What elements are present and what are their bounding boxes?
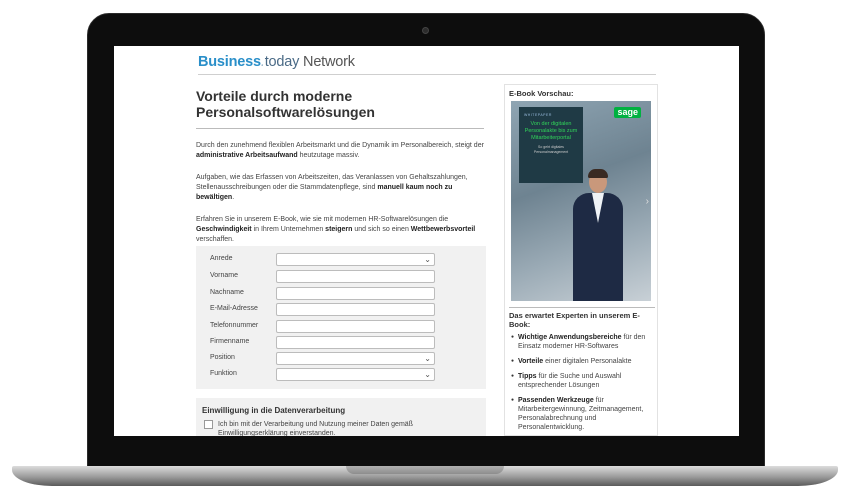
p3-text-c: in Ihrem Unternehmen — [251, 226, 326, 233]
preview-title: E-Book Vorschau: — [509, 89, 574, 98]
anrede-select[interactable]: ⌄ — [276, 253, 435, 266]
chevron-down-icon: ⌄ — [424, 255, 431, 264]
list-item: Tipps für die Suche und Auswahl entsprec… — [511, 372, 655, 390]
p3-emphasis-f: Wettbewerbsvorteil — [410, 226, 476, 233]
firmenname-label: Firmenname — [210, 338, 250, 345]
consent-title: Einwilligung in die Datenverarbeitung — [202, 406, 346, 415]
person-hair — [588, 169, 608, 178]
list-item: Passenden Werkzeuge für Mitarbeitergewin… — [511, 396, 655, 432]
webcam-icon — [422, 27, 429, 34]
anrede-label: Anrede — [210, 255, 233, 262]
intro-paragraph-3: Erfahren Sie in unserem E-Book, wie sie … — [196, 215, 484, 245]
intro-paragraph-2: Aufgaben, wie das Erfassen von Arbeitsze… — [196, 173, 484, 203]
brand-logo[interactable]: Business.today Network — [198, 53, 656, 71]
form-row-anrede: Anrede ⌄ — [210, 253, 470, 266]
ebook-kicker: WHITEPAPER — [524, 113, 552, 117]
form-row-firmenname: Firmenname — [210, 336, 470, 349]
funktion-label: Funktion — [210, 370, 237, 377]
ebook-subtitle: So geht digitales Personalmanagement — [533, 145, 569, 154]
sidebar: E-Book Vorschau: WHITEPAPER Von der digi… — [504, 84, 658, 436]
page-title: Vorteile durch moderne Personalsoftwarel… — [196, 88, 484, 129]
nachname-input[interactable] — [276, 287, 435, 300]
p3-text-g: verschaffen. — [196, 236, 235, 243]
funktion-select[interactable]: ⌄ — [276, 368, 435, 381]
chevron-down-icon: ⌄ — [424, 370, 431, 379]
businessman-illustration — [563, 169, 633, 301]
telefon-label: Telefonnummer — [210, 322, 259, 329]
position-label: Position — [210, 354, 235, 361]
form-row-vorname: Vorname — [210, 270, 470, 283]
list-item-strong: Vorteile — [518, 358, 544, 365]
sidebar-divider — [509, 307, 655, 308]
laptop-screen: Business.today Network Vorteile durch mo… — [114, 46, 739, 436]
ebook-preview-image: WHITEPAPER Von der digitalen Personalakt… — [511, 101, 651, 301]
vorname-input[interactable] — [276, 270, 435, 283]
consent-text: Ich bin mit der Verarbeitung und Nutzung… — [218, 421, 413, 436]
list-item-strong: Wichtige Anwendungsbereiche — [518, 334, 622, 341]
chevron-right-icon[interactable]: › — [646, 196, 649, 207]
p3-emphasis-d: steigern — [325, 226, 353, 233]
form-row-email: E-Mail-Adresse — [210, 303, 470, 316]
p1-text-end: heutzutage massiv. — [297, 152, 360, 159]
email-label: E-Mail-Adresse — [210, 305, 258, 312]
site-header: Business.today Network — [198, 53, 656, 75]
laptop-notch — [346, 466, 504, 474]
lead-form: Anrede ⌄ Vorname Nachname E-Mail-Adresse… — [196, 246, 486, 389]
intro-paragraph-1: Durch den zunehmend flexiblen Arbeitsmar… — [196, 141, 484, 161]
main-content: Vorteile durch moderne Personalsoftwarel… — [196, 88, 486, 245]
consent-section: Einwilligung in die Datenverarbeitung Ic… — [196, 398, 486, 436]
form-row-position: Position ⌄ — [210, 352, 470, 365]
form-row-nachname: Nachname — [210, 287, 470, 300]
p1-emphasis: administrative Arbeitsaufwand — [196, 152, 298, 159]
p3-text-e: und sich so einen — [352, 226, 411, 233]
list-item-strong: Tipps — [518, 373, 537, 380]
brand-business: Business — [198, 54, 261, 70]
experts-title: Das erwartet Experten in unserem E-Book: — [509, 311, 640, 329]
list-item-strong: Passenden Werkzeuge — [518, 397, 594, 404]
form-row-funktion: Funktion ⌄ — [210, 368, 470, 381]
p1-text: Durch den zunehmend flexiblen Arbeitsmar… — [196, 142, 484, 149]
firmenname-input[interactable] — [276, 336, 435, 349]
list-item: Vorteile einer digitalen Personalakte — [511, 357, 655, 366]
ebook-title: Von der digitalen Personalakte bis zum M… — [524, 121, 578, 141]
brand-network: Network — [303, 54, 355, 70]
list-item-text: einer digitalen Personalakte — [543, 358, 632, 365]
p3-text-a: Erfahren Sie in unserem E-Book, wie sie … — [196, 216, 449, 223]
telefon-input[interactable] — [276, 320, 435, 333]
chevron-down-icon: ⌄ — [424, 354, 431, 363]
consent-checkbox[interactable] — [204, 420, 213, 429]
nachname-label: Nachname — [210, 289, 244, 296]
position-select[interactable]: ⌄ — [276, 352, 435, 365]
email-input[interactable] — [276, 303, 435, 316]
form-row-telefon: Telefonnummer — [210, 320, 470, 333]
list-item: Wichtige Anwendungsbereiche für den Eins… — [511, 333, 655, 351]
p2-text-end: . — [232, 194, 235, 201]
vorname-label: Vorname — [210, 272, 239, 279]
sage-logo: sage — [614, 107, 641, 118]
experts-list: Wichtige Anwendungsbereiche für den Eins… — [511, 333, 655, 436]
brand-today: today — [264, 54, 300, 70]
p3-emphasis-b: Geschwindigkeit — [196, 226, 252, 233]
